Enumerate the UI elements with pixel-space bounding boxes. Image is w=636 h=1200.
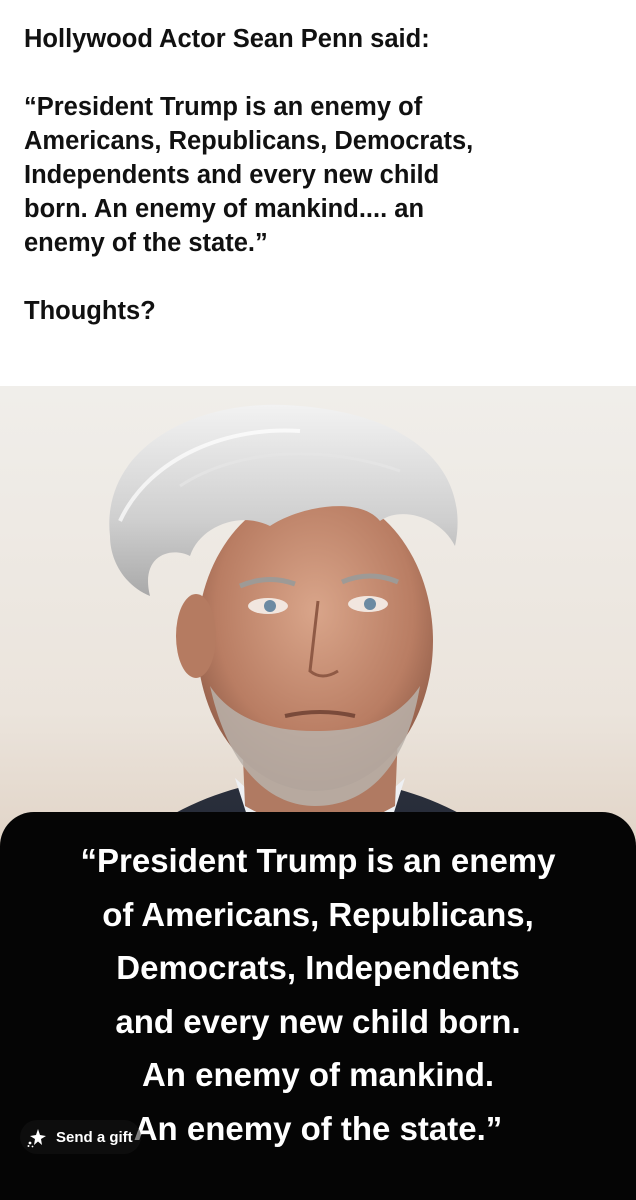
post-quote-line: Independents and every new child [24, 161, 440, 189]
send-gift-label: Send a gift [56, 1128, 133, 1146]
caption-line: An enemy of mankind. [141, 1056, 495, 1093]
caption-line: Democrats, Independents [116, 949, 520, 986]
post-quote-line: “President Trump is an enemy of [24, 93, 423, 121]
caption-line: and every new child born. [115, 1002, 521, 1040]
post-text: Hollywood Actor Sean Penn said: “Preside… [24, 22, 624, 328]
post-intro: Hollywood Actor Sean Penn said: [24, 25, 430, 53]
post-quote-line: born. An enemy of mankind.... an [24, 195, 425, 223]
caption-text: “President Trump is an enemy of American… [0, 834, 636, 1155]
send-gift-button[interactable]: Send a gift [20, 1120, 141, 1154]
post-question: Thoughts? [24, 297, 156, 325]
post-quote-line: enemy of the state.” [24, 229, 268, 257]
post-quote-line: Americans, Republicans, Democrats, [24, 127, 474, 155]
caption-line: “President Trump is an enemy [80, 842, 556, 879]
caption-line: of Americans, Republicans, [102, 895, 534, 933]
gift-sparkle-icon [26, 1126, 48, 1148]
